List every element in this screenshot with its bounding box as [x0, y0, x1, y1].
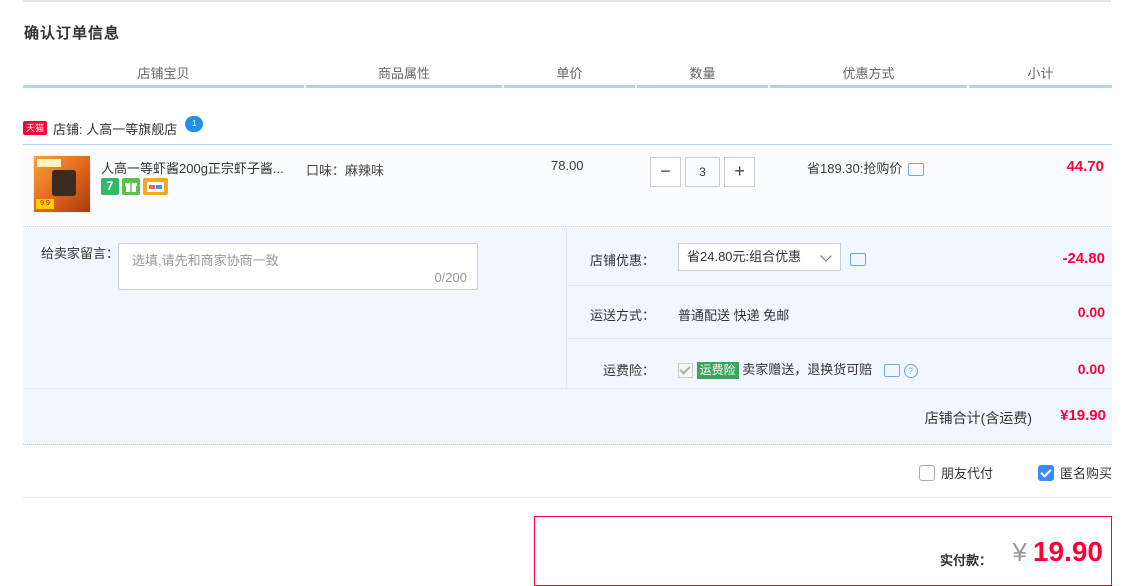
wangwang-chat-icon[interactable]: 1 — [185, 116, 204, 132]
payment-summary: 实付款： ¥ 19.90 — [534, 516, 1112, 586]
shipping-label: 运送方式： — [589, 308, 655, 323]
friend-pay-checkbox[interactable] — [918, 464, 935, 481]
comment-icon[interactable] — [883, 364, 900, 378]
row-divider — [567, 285, 1112, 286]
thumb-price-tag: 9.9 — [36, 199, 54, 209]
row-divider — [23, 388, 1112, 389]
insurance-info: 运费险 卖家赠送，退换货可赔 ? — [678, 359, 918, 380]
col-unit-price: 单价 — [504, 60, 635, 88]
product-attribute: 口味：麻辣味 — [306, 163, 385, 178]
row-divider — [567, 338, 1112, 339]
insurance-checkbox[interactable] — [678, 363, 693, 379]
table-header: 店铺宝贝 商品属性 单价 数量 优惠方式 小计 — [23, 60, 1112, 88]
col-quantity: 数量 — [637, 60, 768, 88]
product-name[interactable]: 人高一等虾酱200g正宗虾子酱... — [101, 158, 284, 177]
comment-icon[interactable] — [850, 253, 866, 267]
tmall-badge: 天猫 — [23, 121, 48, 135]
gift-icon[interactable] — [122, 178, 140, 195]
shop-discount-label: 店铺优惠： — [589, 253, 655, 268]
payment-value: 19.90 — [1032, 536, 1103, 567]
currency-symbol: ¥ — [1012, 537, 1027, 567]
col-shop-item: 店铺宝贝 — [23, 60, 304, 88]
shop-total-label: 店铺合计(含运费) — [924, 410, 1032, 426]
shop-name[interactable]: 店铺: 人高一等旗舰店 — [53, 119, 177, 138]
quantity-input[interactable]: 3 — [684, 157, 721, 187]
item-subtotal: 44.70 — [1066, 158, 1104, 175]
thumb-banner — [37, 159, 61, 167]
chevron-down-icon — [820, 250, 832, 262]
shipping-method: 普通配送 快递 免邮 — [678, 308, 790, 323]
memo-placeholder: 选填,请先和商家协商一致 — [132, 253, 279, 268]
insurance-tag: 运费险 — [696, 362, 739, 380]
memo-label: 给卖家留言： — [41, 246, 120, 261]
friend-pay-option[interactable]: 朋友代付 — [918, 463, 993, 482]
page-title: 确认订单信息 — [24, 25, 121, 42]
shop-total-value: ¥19.90 — [1060, 407, 1106, 424]
insurance-value: 0.00 — [1077, 361, 1105, 377]
discount-method: 省189.30:抢购价 — [807, 158, 925, 177]
quantity-stepper: − 3 + — [650, 157, 755, 187]
col-attribute: 商品属性 — [306, 60, 502, 88]
memo-counter: 0/200 — [434, 270, 467, 285]
shop-discount-selected: 省24.80元:组合优惠 — [687, 249, 802, 264]
seven-day-return-icon[interactable]: 7 — [101, 178, 119, 195]
anonymous-option[interactable]: 匿名购买 — [1037, 463, 1112, 482]
product-thumbnail[interactable]: 9.9 — [33, 155, 91, 213]
shipping-value: 0.00 — [1077, 304, 1105, 320]
card-icon[interactable] — [143, 178, 168, 195]
comment-icon[interactable] — [908, 163, 925, 177]
decrease-button[interactable]: − — [650, 157, 681, 187]
discount-text: 省189.30:抢购价 — [807, 161, 903, 176]
section-divider — [23, 497, 1112, 498]
unit-price: 78.00 — [551, 158, 584, 173]
order-item-row: 9.9 人高一等虾酱200g正宗虾子酱... 7 口味：麻辣味 78.00 − … — [23, 144, 1112, 227]
increase-button[interactable]: + — [724, 157, 755, 187]
anonymous-checkbox[interactable] — [1037, 464, 1054, 481]
insurance-label: 运费险： — [602, 363, 655, 378]
shop-discount-select[interactable]: 省24.80元:组合优惠 — [678, 243, 841, 271]
purchase-options: 朋友代付 匿名购买 — [918, 463, 1112, 482]
anonymous-label: 匿名购买 — [1059, 466, 1112, 481]
col-discount: 优惠方式 — [770, 60, 967, 88]
service-badges: 7 — [101, 178, 168, 195]
memo-textarea[interactable]: 选填,请先和商家协商一致 0/200 — [118, 243, 478, 290]
col-subtotal: 小计 — [969, 60, 1112, 88]
help-icon[interactable]: ? — [903, 363, 918, 378]
payment-label: 实付款： — [939, 553, 992, 568]
insurance-text: 卖家赠送，退换货可赔 — [742, 362, 873, 377]
shop-line: 天猫 店铺: 人高一等旗舰店 1 — [23, 116, 204, 138]
top-divider — [23, 0, 1111, 2]
thumb-jar — [52, 170, 76, 196]
order-options-panel: 给卖家留言： 选填,请先和商家协商一致 0/200 店铺优惠： 省24.80元:… — [23, 228, 1112, 445]
friend-pay-label: 朋友代付 — [940, 466, 993, 481]
shop-discount-value: -24.80 — [1062, 250, 1105, 267]
